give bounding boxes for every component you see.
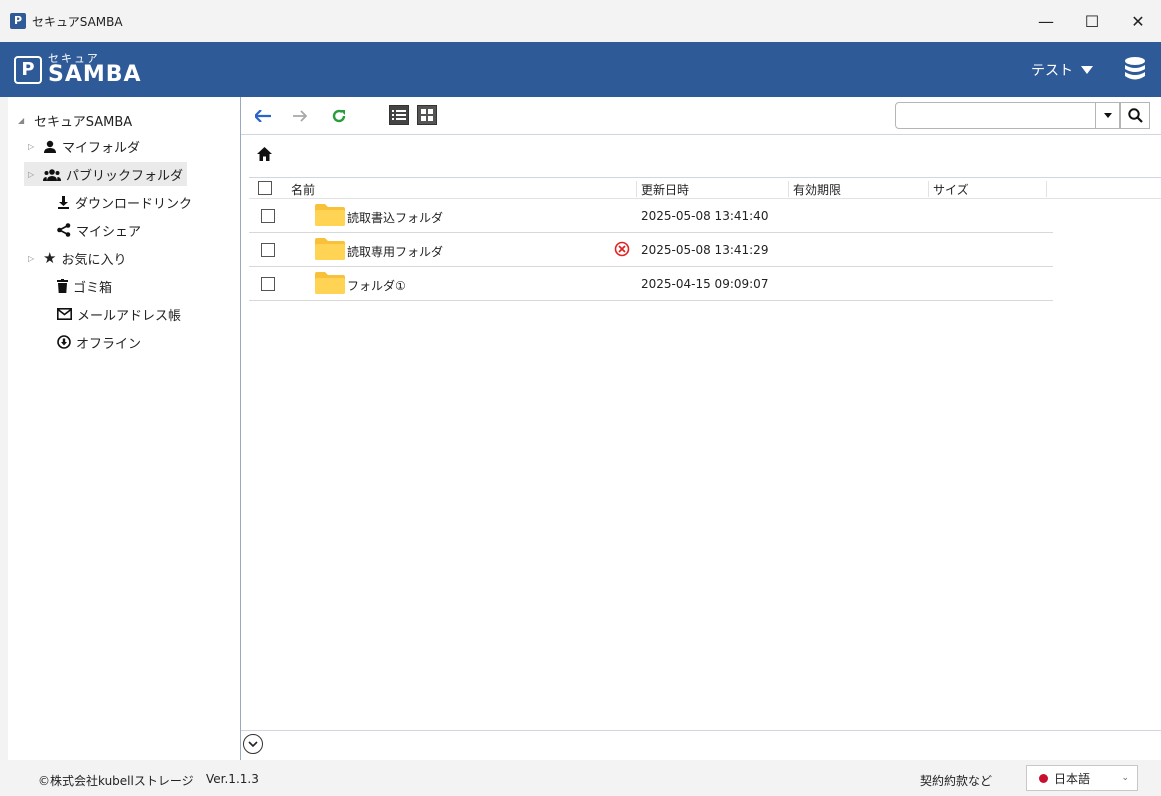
sidebar-item-label: パブリックフォルダ xyxy=(66,168,184,184)
logo-main-text: SAMBA xyxy=(48,62,142,87)
sidebar-item-label: マイフォルダ xyxy=(62,140,141,156)
window-title: セキュアSAMBA xyxy=(32,14,123,29)
chevron-down-icon xyxy=(248,741,258,747)
sidebar-item-my-folder[interactable]: ▷ マイフォルダ xyxy=(24,134,144,158)
search-input[interactable] xyxy=(895,102,1096,129)
grid-view-button[interactable] xyxy=(417,105,437,125)
download-icon xyxy=(58,195,69,209)
column-header-name[interactable]: 名前 xyxy=(287,181,637,197)
tree-root[interactable]: ◢ セキュアSAMBA xyxy=(18,111,132,130)
sidebar-item-my-share[interactable]: マイシェア xyxy=(38,218,145,242)
column-header-size[interactable]: サイズ xyxy=(929,181,1047,197)
folder-icon xyxy=(315,272,345,294)
logo-key-icon: P xyxy=(14,55,42,84)
main-panel: 名前 更新日時 有効期限 サイズ 読取書込フォルダ 2025-05-08 13:… xyxy=(241,97,1161,760)
sidebar-item-label: メールアドレス帳 xyxy=(77,308,182,324)
window-titlebar: P セキュアSAMBA — ☐ ✕ xyxy=(0,0,1161,42)
copyright: ©株式会社kubellストレージ xyxy=(38,774,194,788)
expand-caret-icon[interactable]: ▷ xyxy=(28,170,38,179)
list-view-button[interactable] xyxy=(389,105,409,125)
trash-icon xyxy=(57,279,68,293)
footer: ©株式会社kubellストレージ Ver.1.1.3 契約約款など 日本語 ⌄ xyxy=(0,760,1161,796)
row-updated: 2025-05-08 13:41:40 xyxy=(641,209,769,223)
grid-icon xyxy=(421,109,433,121)
app-icon: P xyxy=(10,13,26,29)
user-menu[interactable]: テスト xyxy=(1031,42,1093,97)
expand-caret-icon[interactable]: ▷ xyxy=(28,142,38,151)
maximize-button[interactable]: ☐ xyxy=(1069,0,1115,42)
table-row[interactable]: フォルダ① 2025-04-15 09:09:07 xyxy=(249,267,1053,301)
folder-icon xyxy=(315,238,345,260)
column-header-expiry[interactable]: 有効期限 xyxy=(789,181,929,197)
expand-caret-icon[interactable]: ▷ xyxy=(28,254,38,263)
home-icon[interactable] xyxy=(257,147,272,161)
column-header-updated[interactable]: 更新日時 xyxy=(637,181,789,197)
caret-down-icon xyxy=(1081,65,1093,74)
offline-icon xyxy=(57,335,71,349)
terms-link[interactable]: 契約約款など xyxy=(920,772,992,789)
sidebar-item-label: ゴミ箱 xyxy=(73,280,113,296)
forward-arrow-icon[interactable] xyxy=(293,110,307,122)
close-button[interactable]: ✕ xyxy=(1115,0,1161,42)
collapse-caret-icon[interactable]: ◢ xyxy=(18,116,28,125)
user-name: テスト xyxy=(1031,62,1073,79)
search-icon xyxy=(1127,108,1143,123)
tree-root-label: セキュアSAMBA xyxy=(34,115,133,130)
breadcrumb xyxy=(257,147,272,165)
group-icon xyxy=(43,168,61,181)
sidebar-item-offline[interactable]: オフライン xyxy=(38,330,145,354)
sidebar-item-label: オフライン xyxy=(76,336,142,352)
refresh-icon[interactable] xyxy=(331,108,347,124)
search-button[interactable] xyxy=(1120,102,1150,129)
sidebar-item-label: マイシェア xyxy=(76,224,142,240)
row-name: 読取書込フォルダ xyxy=(347,211,444,225)
no-write-icon xyxy=(614,241,630,257)
row-checkbox[interactable] xyxy=(261,243,275,257)
sidebar-item-label: お気に入り xyxy=(61,252,127,268)
sidebar-item-trash[interactable]: ゴミ箱 xyxy=(38,274,116,298)
chevron-down-icon: ⌄ xyxy=(1121,773,1129,783)
row-name: 読取専用フォルダ xyxy=(347,245,444,259)
search-options-dropdown[interactable] xyxy=(1096,102,1120,129)
table-row[interactable]: 読取書込フォルダ 2025-05-08 13:41:40 xyxy=(249,199,1053,233)
star-icon: ★ xyxy=(43,249,57,267)
row-updated: 2025-05-08 13:41:29 xyxy=(641,243,769,257)
table-header: 名前 更新日時 有効期限 サイズ xyxy=(249,177,1161,199)
row-name: フォルダ① xyxy=(347,279,406,293)
japan-flag-icon xyxy=(1039,773,1048,783)
list-icon xyxy=(392,110,406,120)
sidebar-item-label: ダウンロードリンク xyxy=(75,196,193,212)
row-checkbox[interactable] xyxy=(261,277,275,291)
minimize-button[interactable]: — xyxy=(1023,0,1069,42)
back-arrow-icon[interactable] xyxy=(255,110,271,122)
language-label: 日本語 xyxy=(1054,771,1091,786)
select-all-checkbox[interactable] xyxy=(258,181,272,195)
toolbar xyxy=(241,97,1161,135)
database-icon[interactable] xyxy=(1123,56,1147,82)
row-updated: 2025-04-15 09:09:07 xyxy=(641,277,769,291)
divider xyxy=(241,730,1161,731)
share-icon xyxy=(57,223,71,237)
mail-icon xyxy=(57,308,72,320)
user-icon xyxy=(44,140,56,153)
expand-panel-button[interactable] xyxy=(243,734,263,754)
language-select[interactable]: 日本語 ⌄ xyxy=(1026,765,1138,791)
sidebar-item-favorites[interactable]: ▷ ★ お気に入り xyxy=(24,246,130,270)
row-checkbox[interactable] xyxy=(261,209,275,223)
version-label: Ver.1.1.3 xyxy=(206,772,259,786)
folder-icon xyxy=(315,204,345,226)
window-controls: — ☐ ✕ xyxy=(1023,0,1161,42)
sidebar-item-download-link[interactable]: ダウンロードリンク xyxy=(38,190,196,214)
app-header: P セキュア SAMBA テスト xyxy=(0,42,1161,97)
sidebar-item-public-folder[interactable]: ▷ パブリックフォルダ xyxy=(24,162,188,186)
table-row[interactable]: 読取専用フォルダ 2025-05-08 13:41:29 xyxy=(249,233,1053,267)
logo: P セキュア SAMBA xyxy=(14,53,142,86)
sidebar-item-address-book[interactable]: メールアドレス帳 xyxy=(38,302,185,326)
caret-down-icon xyxy=(1103,113,1112,118)
sidebar: ◢ セキュアSAMBA ▷ マイフォルダ ▷ パブリックフォルダ ダウンロードリ… xyxy=(8,97,241,760)
